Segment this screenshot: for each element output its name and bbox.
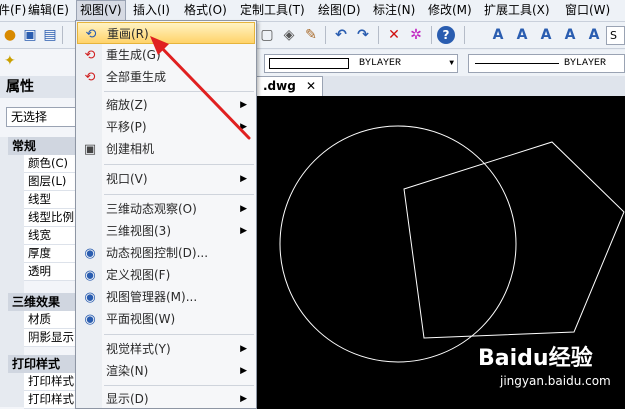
chevron-right-icon: ▶ [240,204,247,214]
watermark: Baidu经验 jingyan.baidu.com [478,340,618,400]
define-view-icon: ◉ [84,267,96,283]
chevron-right-icon: ▶ [240,122,247,132]
save-icon[interactable]: ▤ [40,25,60,45]
redraw-icon: ⟲ [85,26,97,42]
document-tab-bar: .dwg ✕ [256,76,625,96]
prop-row: 阴影显示 [24,329,80,347]
menu-item-pan[interactable]: 平移(P) ▶ [77,116,255,138]
menu-window[interactable]: 窗口(W) [565,0,610,22]
menu-item-view-manager[interactable]: ◉ 视图管理器(M)... [77,286,255,308]
document-tab-label: .dwg [263,79,296,93]
chevron-right-icon: ▶ [240,226,247,236]
delete-icon[interactable]: ✕ [384,25,404,45]
brush-icon[interactable]: ✎ [301,25,321,45]
prop-row: 线型 [24,191,80,209]
text-style-select[interactable]: S [606,26,625,45]
menu-item-define-view[interactable]: ◉ 定义视图(F) [77,264,255,286]
menu-item-display[interactable]: 显示(D) ▶ [77,388,255,409]
color-select[interactable]: BYLAYER ▼ [264,54,458,73]
menu-file[interactable]: 件(F) [0,0,26,22]
view-menu-dropdown: ⟲ 重画(R) ⟲ 重生成(G) ⟲ 全部重生成 缩放(Z) ▶ 平移(P) ▶… [75,20,257,409]
menu-item-visual-styles[interactable]: 视觉样式(Y) ▶ [77,338,255,360]
menu-item-3d-views[interactable]: 三维视图(3) ▶ [77,220,255,242]
view-manager-icon: ◉ [84,289,96,305]
prop-row: 打印样式 [24,373,80,391]
circle-shape[interactable] [279,125,517,363]
redo-icon[interactable]: ↷ [353,25,373,45]
chevron-right-icon: ▶ [240,394,247,404]
open-icon[interactable]: ▣ [20,25,40,45]
menu-insert[interactable]: 插入(I) [133,0,170,22]
section-plot-style[interactable]: 打印样式 [8,355,80,373]
undo-icon[interactable]: ↶ [331,25,351,45]
section-3d-effects[interactable]: 三维效果 [8,293,80,311]
menu-item-viewports[interactable]: 视口(V) ▶ [77,168,255,190]
menu-modify[interactable]: 修改(M) [428,0,472,22]
chevron-right-icon: ▶ [240,100,247,110]
new-file-icon[interactable]: ● [0,25,20,45]
match-properties-icon[interactable]: ◈ [279,25,299,45]
panel-title: 属性 [0,76,80,98]
prop-row: 线宽 [24,227,80,245]
menu-custom-tools[interactable]: 定制工具(T) [240,0,305,22]
color-value: BYLAYER [359,58,402,69]
selection-select[interactable]: 无选择 [6,107,80,127]
menu-edit[interactable]: 编辑(E) [28,0,69,22]
watermark-url: jingyan.baidu.com [500,374,611,388]
properties-toolbar: BYLAYER ▼ BYLAYER [256,50,625,76]
watermark-brand: Baidu经验 [478,346,593,371]
menu-format[interactable]: 格式(O) [184,0,227,22]
lightbulb-icon[interactable]: ✦ [4,53,16,69]
linetype-value: BYLAYER [564,58,607,69]
menu-item-3d-orbit[interactable]: 三维动态观察(O) ▶ [77,198,255,220]
menu-extension-tools[interactable]: 扩展工具(X) [484,0,550,22]
properties-panel: ✦ 属性 无选择 常规 颜色(C) 图层(L) 线型 线型比例 线宽 厚度 透明… [0,49,80,409]
menu-dimension[interactable]: 标注(N) [373,0,415,22]
menu-item-dynamic-view[interactable]: ◉ 动态视图控制(D)... [77,242,255,264]
erase-icon[interactable]: ✲ [406,25,426,45]
prop-row: 透明 [24,263,80,281]
menu-draw[interactable]: 绘图(D) [318,0,361,22]
camera-icon: ▣ [83,141,97,157]
linetype-preview [475,63,559,64]
prop-row: 打印样式 [24,391,80,409]
menu-item-redraw[interactable]: ⟲ 重画(R) [77,22,255,44]
prop-row: 图层(L) [24,173,80,191]
prop-row: 材质 [24,311,80,329]
document-tab[interactable]: .dwg ✕ [256,76,324,96]
pentagon-shape[interactable] [403,141,625,339]
regen-icon: ⟲ [84,47,96,63]
chevron-right-icon: ▶ [240,344,247,354]
regen-all-icon: ⟲ [84,69,96,85]
help-icon[interactable]: ? [437,26,455,44]
plan-view-icon: ◉ [84,311,96,327]
text-check-icon[interactable]: A [536,25,556,45]
text-scale-icon[interactable]: A [584,25,604,45]
chevron-right-icon: ▶ [240,174,247,184]
selection-value: 无选择 [11,110,48,124]
section-general[interactable]: 常规 [8,137,80,155]
menu-item-render[interactable]: 渲染(N) ▶ [77,360,255,382]
chevron-right-icon: ▶ [240,366,247,376]
text-style-icon[interactable]: A [488,25,508,45]
prop-row: 颜色(C) [24,155,80,173]
close-icon[interactable]: ✕ [306,79,316,93]
menu-item-plan-view[interactable]: ◉ 平面视图(W) [77,308,255,330]
menu-item-regen[interactable]: ⟲ 重生成(G) [77,44,255,66]
menu-item-zoom[interactable]: 缩放(Z) ▶ [77,94,255,116]
linetype-select[interactable]: BYLAYER [468,54,625,73]
menu-item-create-camera[interactable]: ▣ 创建相机 [77,138,255,160]
menu-view[interactable]: 视图(V) [76,0,126,22]
text-find-icon[interactable]: A [560,25,580,45]
prop-row: 线型比例 [24,209,80,227]
prop-row: 厚度 [24,245,80,263]
text-edit-icon[interactable]: A [512,25,532,45]
menu-item-regen-all[interactable]: ⟲ 全部重生成 [77,66,255,88]
paste-icon[interactable]: ▢ [257,25,277,45]
dynamic-view-icon: ◉ [84,245,96,261]
chevron-down-icon: ▼ [449,59,454,68]
menu-bar: 件(F) 编辑(E) 视图(V) 插入(I) 格式(O) 定制工具(T) 绘图(… [0,0,625,22]
color-swatch [269,58,349,69]
